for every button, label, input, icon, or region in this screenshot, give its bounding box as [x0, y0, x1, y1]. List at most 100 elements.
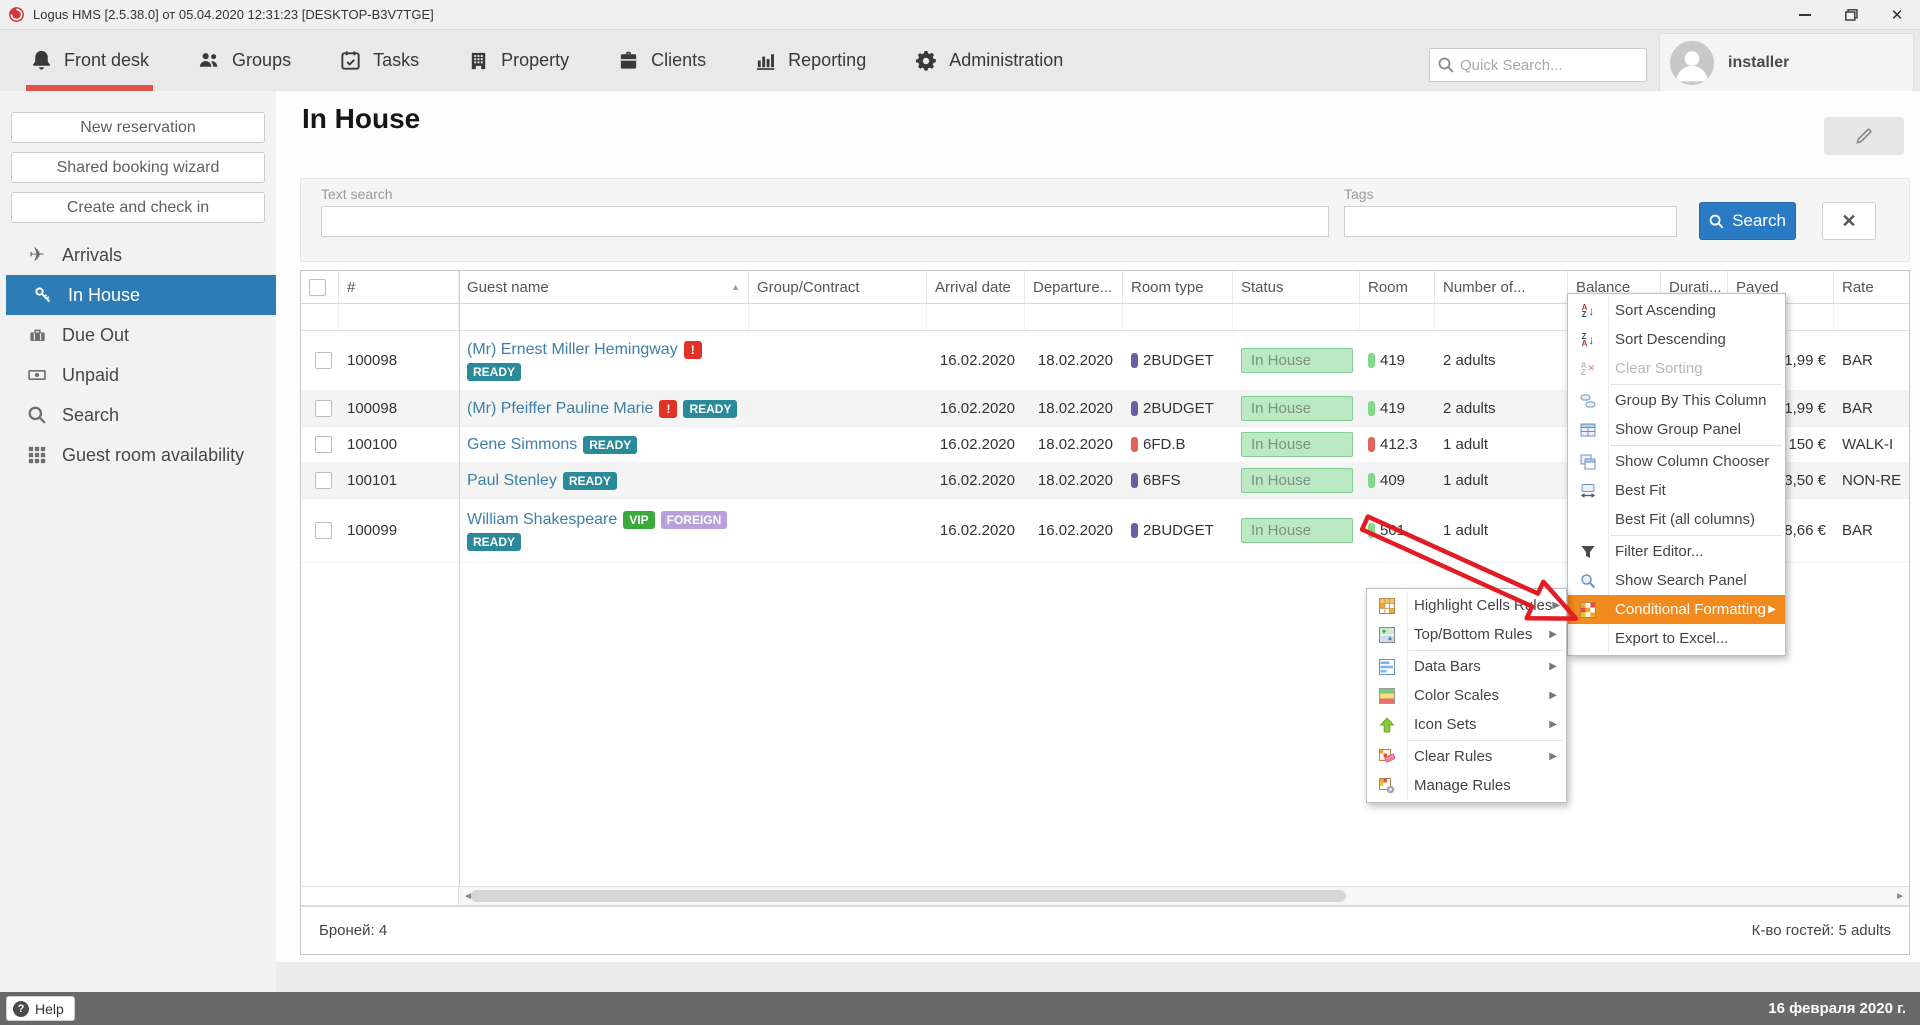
text-search-input[interactable] — [321, 206, 1329, 237]
header-room-type[interactable]: Room type — [1123, 271, 1233, 303]
search-button[interactable]: Search — [1699, 202, 1796, 240]
submenu-item-icon-sets[interactable]: Icon Sets ▶ — [1367, 710, 1566, 739]
pencil-icon — [1854, 126, 1874, 146]
maximize-button[interactable] — [1828, 0, 1874, 30]
sidebar-item-unpaid[interactable]: Unpaid — [0, 355, 276, 395]
window-title: Logus HMS [2.5.38.0] от 05.04.2020 12:31… — [33, 7, 434, 22]
header-departure-date[interactable]: Departure... — [1025, 271, 1123, 303]
help-button[interactable]: ? Help — [6, 996, 75, 1021]
people-icon — [197, 49, 221, 72]
menu-item-sort-descending[interactable]: ZA↓ Sort Descending — [1568, 325, 1785, 354]
sidebar-item-guest-room-availability[interactable]: Guest room availability — [0, 435, 276, 475]
horizontal-scrollbar[interactable]: ◄ ► — [301, 886, 1909, 906]
nav-clients[interactable]: Clients — [617, 30, 706, 91]
sidebar-item-arrivals[interactable]: ✈ Arrivals — [0, 235, 276, 275]
guest-name-link[interactable]: (Mr) Ernest Miller Hemingway — [467, 341, 678, 359]
menu-item-group-by-this-column[interactable]: Group By This Column — [1568, 386, 1785, 415]
status-cell: In House — [1233, 331, 1360, 390]
room-type-cell: 2BUDGET — [1123, 331, 1233, 390]
menu-item-conditional-formatting[interactable]: Conditional Formatting ▶ — [1568, 595, 1785, 624]
menu-item-filter-editor[interactable]: Filter Editor... — [1568, 537, 1785, 566]
nav-tasks[interactable]: Tasks — [339, 30, 419, 91]
menu-separator — [1610, 535, 1782, 536]
header-number[interactable]: # — [339, 271, 459, 303]
guest-name-cell: William ShakespeareVIPFOREIGN READY — [459, 499, 749, 562]
sidebar-item-due-out[interactable]: Due Out — [0, 315, 276, 355]
status-badge: In House — [1241, 468, 1353, 493]
search-icon — [1438, 57, 1454, 73]
header-arrival-date[interactable]: Arrival date — [927, 271, 1025, 303]
submenu-item-highlight-cells-rules[interactable]: Highlight Cells Rules ▶ — [1367, 591, 1566, 620]
tags-input[interactable] — [1344, 206, 1677, 237]
sort-ascending-indicator: ▲ — [731, 282, 740, 292]
reservation-number-link[interactable]: 100098 — [339, 331, 459, 390]
submenu-item-clear-rules[interactable]: Clear Rules ▶ — [1367, 742, 1566, 771]
submenu-arrow-icon: ▶ — [1549, 751, 1557, 762]
submenu-item-color-scales[interactable]: Color Scales ▶ — [1367, 681, 1566, 710]
guest-name-link[interactable]: William Shakespeare — [467, 511, 617, 529]
nav-administration[interactable]: Administration — [914, 30, 1063, 91]
user-menu[interactable]: installer — [1659, 33, 1914, 91]
shared-booking-wizard-button[interactable]: Shared booking wizard — [11, 152, 265, 183]
reservation-number-link[interactable]: 100101 — [339, 463, 459, 498]
new-reservation-button[interactable]: New reservation — [11, 112, 265, 143]
submenu-item-top-bottom-rules[interactable]: Top/Bottom Rules ▶ — [1367, 620, 1566, 649]
scroll-right-arrow[interactable]: ► — [1895, 887, 1905, 905]
sort-ascending-icon: AZ↓ — [1568, 304, 1608, 318]
nav-label: Clients — [651, 50, 706, 71]
close-button[interactable]: ✕ — [1874, 0, 1920, 30]
menu-item-best-fit[interactable]: Best Fit — [1568, 476, 1785, 505]
header-guest-name[interactable]: Guest name▲ — [459, 271, 749, 303]
row-checkbox[interactable] — [315, 352, 332, 369]
nav-reporting[interactable]: Reporting — [754, 30, 866, 91]
row-checkbox[interactable] — [315, 522, 332, 539]
quick-search — [1429, 48, 1647, 82]
nav-front-desk[interactable]: Front desk — [30, 30, 149, 91]
guests-count: К-во гостей: 5 adults — [1752, 922, 1891, 939]
menu-item-show-column-chooser[interactable]: Show Column Chooser — [1568, 447, 1785, 476]
minimize-button[interactable] — [1782, 0, 1828, 30]
header-rate[interactable]: Rate — [1834, 271, 1909, 303]
guest-name-link[interactable]: Gene Simmons — [467, 436, 577, 454]
header-status[interactable]: Status — [1233, 271, 1360, 303]
select-all-checkbox[interactable] — [309, 279, 326, 296]
menu-item-sort-ascending[interactable]: AZ↓ Sort Ascending — [1568, 296, 1785, 325]
user-name: installer — [1728, 54, 1789, 72]
nav-label: Administration — [949, 50, 1063, 71]
menu-item-show-search-panel[interactable]: Show Search Panel — [1568, 566, 1785, 595]
sidebar-item-search[interactable]: Search — [0, 395, 276, 435]
row-checkbox[interactable] — [315, 400, 332, 417]
edit-view-button[interactable] — [1824, 117, 1904, 155]
menu-item-show-group-panel[interactable]: Show Group Panel — [1568, 415, 1785, 444]
header-select-all[interactable] — [301, 271, 339, 303]
guest-name-link[interactable]: (Mr) Pfeiffer Pauline Marie — [467, 400, 653, 418]
search-icon — [24, 406, 50, 424]
header-room[interactable]: Room — [1360, 271, 1435, 303]
reservation-number-link[interactable]: 100100 — [339, 427, 459, 462]
menu-item-best-fit-all-columns[interactable]: Best Fit (all columns) — [1568, 505, 1785, 534]
create-and-check-in-button[interactable]: Create and check in — [11, 192, 265, 223]
header-number-of[interactable]: Number of... — [1435, 271, 1568, 303]
submenu-item-manage-rules[interactable]: Manage Rules — [1367, 771, 1566, 800]
question-icon: ? — [13, 1001, 29, 1017]
header-group-contract[interactable]: Group/Contract — [749, 271, 927, 303]
sidebar-item-in-house[interactable]: In House — [6, 275, 276, 315]
room-type-cell: 2BUDGET — [1123, 499, 1233, 562]
arrival-date-cell: 16.02.2020 — [927, 499, 1025, 562]
clear-search-button[interactable]: ✕ — [1822, 202, 1876, 240]
scrollbar-thumb[interactable] — [471, 890, 1346, 902]
row-checkbox[interactable] — [315, 436, 332, 453]
nav-groups[interactable]: Groups — [197, 30, 291, 91]
nav-property[interactable]: Property — [467, 30, 569, 91]
submenu-item-data-bars[interactable]: Data Bars ▶ — [1367, 652, 1566, 681]
bookings-count: Броней: 4 — [319, 922, 387, 939]
row-checkbox[interactable] — [315, 472, 332, 489]
guest-name-link[interactable]: Paul Stenley — [467, 472, 557, 490]
guest-count-cell: 2 adults — [1435, 331, 1568, 390]
room-type-cell: 2BUDGET — [1123, 391, 1233, 426]
menu-item-export-to-excel[interactable]: Export to Excel... — [1568, 624, 1785, 653]
reservation-number-link[interactable]: 100099 — [339, 499, 459, 562]
sort-descending-icon: ZA↓ — [1568, 333, 1608, 347]
quick-search-input[interactable] — [1460, 57, 1620, 74]
reservation-number-link[interactable]: 100098 — [339, 391, 459, 426]
